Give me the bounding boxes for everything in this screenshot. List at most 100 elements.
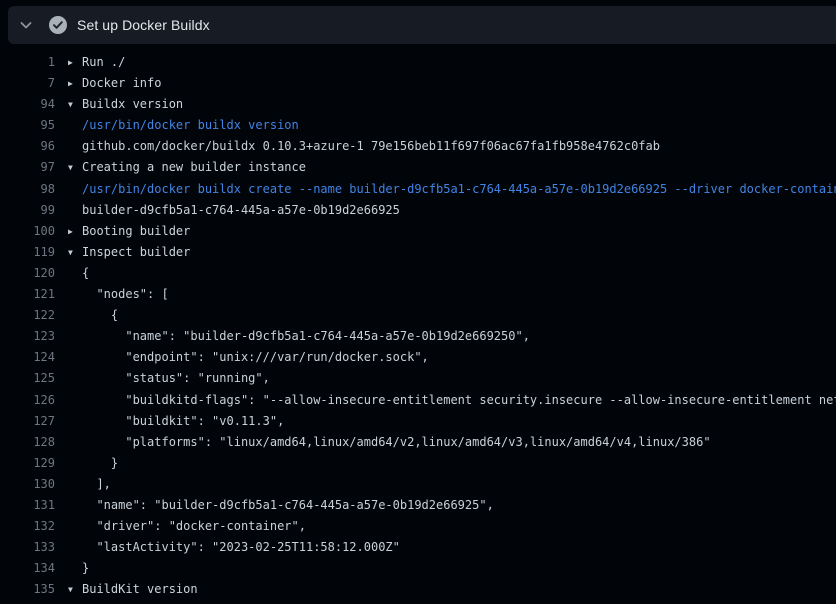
group-toggle-icon	[68, 558, 82, 579]
line-number[interactable]: 136	[0, 600, 55, 604]
log-text: "buildkitd-flags": "--allow-insecure-ent…	[82, 390, 836, 411]
triangle-down-icon[interactable]: ▼	[68, 157, 82, 178]
line-number[interactable]: 134	[0, 558, 55, 579]
log-text: "endpoint": "unix:///var/run/docker.sock…	[82, 347, 429, 368]
log-row: 125 "status": "running",	[0, 368, 836, 389]
line-number[interactable]: 122	[0, 305, 55, 326]
line-number[interactable]: 124	[0, 347, 55, 368]
log-row: 120 {	[0, 263, 836, 284]
log-group-row[interactable]: 7 ▶ Docker info	[0, 73, 836, 94]
log-group-row[interactable]: 100 ▶ Booting builder	[0, 221, 836, 242]
line-number[interactable]: 94	[0, 94, 55, 115]
log-row: 121 "nodes": [	[0, 284, 836, 305]
log-text: "name": "builder-d9cfb5a1-c764-445a-a57e…	[82, 495, 494, 516]
log-text: Inspect builder	[82, 242, 190, 263]
line-number[interactable]: 131	[0, 495, 55, 516]
log-text: "nodes": [	[82, 284, 169, 305]
log-row: 99 builder-d9cfb5a1-c764-445a-a57e-0b19d…	[0, 200, 836, 221]
log-text: }	[82, 558, 89, 579]
triangle-right-icon[interactable]: ▶	[68, 221, 82, 242]
line-number[interactable]: 99	[0, 200, 55, 221]
line-number[interactable]: 127	[0, 411, 55, 432]
group-toggle-icon	[68, 474, 82, 495]
line-number[interactable]: 125	[0, 368, 55, 389]
line-number[interactable]: 95	[0, 115, 55, 136]
log-row: 124 "endpoint": "unix:///var/run/docker.…	[0, 347, 836, 368]
log-text: {	[82, 305, 118, 326]
triangle-right-icon[interactable]: ▶	[68, 52, 82, 73]
group-toggle-icon	[68, 326, 82, 347]
line-number[interactable]: 121	[0, 284, 55, 305]
group-toggle-icon	[68, 432, 82, 453]
log-text: {	[82, 263, 89, 284]
log-row: 128 "platforms": "linux/amd64,linux/amd6…	[0, 432, 836, 453]
line-number[interactable]: 128	[0, 432, 55, 453]
triangle-down-icon[interactable]: ▼	[68, 579, 82, 600]
log-row: 134 }	[0, 558, 836, 579]
line-number[interactable]: 119	[0, 242, 55, 263]
check-circle-icon	[48, 15, 68, 35]
log-text: Run ./	[82, 52, 125, 73]
log-text: /usr/bin/docker buildx version	[82, 115, 299, 136]
group-toggle-icon	[68, 411, 82, 432]
log-group-row[interactable]: 135 ▼ BuildKit version	[0, 579, 836, 600]
log-text: builder-d9cfb5a1-c764-445a-a57e-0b19d2e6…	[82, 200, 400, 221]
log-text: "buildkit": "v0.11.3",	[82, 411, 284, 432]
line-number[interactable]: 100	[0, 221, 55, 242]
log-row: 123 "name": "builder-d9cfb5a1-c764-445a-…	[0, 326, 836, 347]
log-row: 136 builder-d9cfb5a1-c764-445a-a57e-0b19…	[0, 600, 836, 604]
log-text: github.com/docker/buildx 0.10.3+azure-1 …	[82, 136, 660, 157]
log-row: 95 /usr/bin/docker buildx version	[0, 115, 836, 136]
group-toggle-icon	[68, 537, 82, 558]
group-toggle-icon	[68, 136, 82, 157]
log-group-row[interactable]: 97 ▼ Creating a new builder instance	[0, 157, 836, 178]
log-row: 127 "buildkit": "v0.11.3",	[0, 411, 836, 432]
line-number[interactable]: 129	[0, 453, 55, 474]
log-text: "platforms": "linux/amd64,linux/amd64/v2…	[82, 432, 711, 453]
line-number[interactable]: 97	[0, 157, 55, 178]
group-toggle-icon	[68, 453, 82, 474]
log-group-row[interactable]: 1 ▶ Run ./	[0, 52, 836, 73]
log-group-row[interactable]: 94 ▼ Buildx version	[0, 94, 836, 115]
line-number[interactable]: 126	[0, 390, 55, 411]
line-number[interactable]: 132	[0, 516, 55, 537]
log-row: 126 "buildkitd-flags": "--allow-insecure…	[0, 390, 836, 411]
group-toggle-icon	[68, 179, 82, 200]
group-toggle-icon	[68, 263, 82, 284]
log-text: ],	[82, 474, 111, 495]
log-text: "driver": "docker-container",	[82, 516, 306, 537]
line-number[interactable]: 7	[0, 73, 55, 94]
line-number[interactable]: 96	[0, 136, 55, 157]
line-number[interactable]: 130	[0, 474, 55, 495]
log-text: BuildKit version	[82, 579, 198, 600]
chevron-down-icon[interactable]	[18, 17, 34, 33]
line-number[interactable]: 1	[0, 52, 55, 73]
line-number[interactable]: 123	[0, 326, 55, 347]
group-toggle-icon	[68, 368, 82, 389]
step-header[interactable]: Set up Docker Buildx	[8, 6, 836, 44]
log-text: "lastActivity": "2023-02-25T11:58:12.000…	[82, 537, 400, 558]
log-group-row[interactable]: 119 ▼ Inspect builder	[0, 242, 836, 263]
log-row: 98 /usr/bin/docker buildx create --name …	[0, 179, 836, 200]
line-number[interactable]: 133	[0, 537, 55, 558]
log-text: Docker info	[82, 73, 161, 94]
line-number[interactable]: 120	[0, 263, 55, 284]
line-number[interactable]: 98	[0, 179, 55, 200]
log-text: Buildx version	[82, 94, 183, 115]
log-row: 96 github.com/docker/buildx 0.10.3+azure…	[0, 136, 836, 157]
triangle-down-icon[interactable]: ▼	[68, 242, 82, 263]
log-text: Booting builder	[82, 221, 190, 242]
log-text: "name": "builder-d9cfb5a1-c764-445a-a57e…	[82, 326, 530, 347]
group-toggle-icon	[68, 516, 82, 537]
line-number[interactable]: 135	[0, 579, 55, 600]
log-text: Creating a new builder instance	[82, 157, 306, 178]
triangle-right-icon[interactable]: ▶	[68, 73, 82, 94]
group-toggle-icon	[68, 347, 82, 368]
log-row: 131 "name": "builder-d9cfb5a1-c764-445a-…	[0, 495, 836, 516]
log-row: 133 "lastActivity": "2023-02-25T11:58:12…	[0, 537, 836, 558]
group-toggle-icon	[68, 600, 82, 604]
group-toggle-icon	[68, 495, 82, 516]
triangle-down-icon[interactable]: ▼	[68, 94, 82, 115]
group-toggle-icon	[68, 305, 82, 326]
log-row: 122 {	[0, 305, 836, 326]
